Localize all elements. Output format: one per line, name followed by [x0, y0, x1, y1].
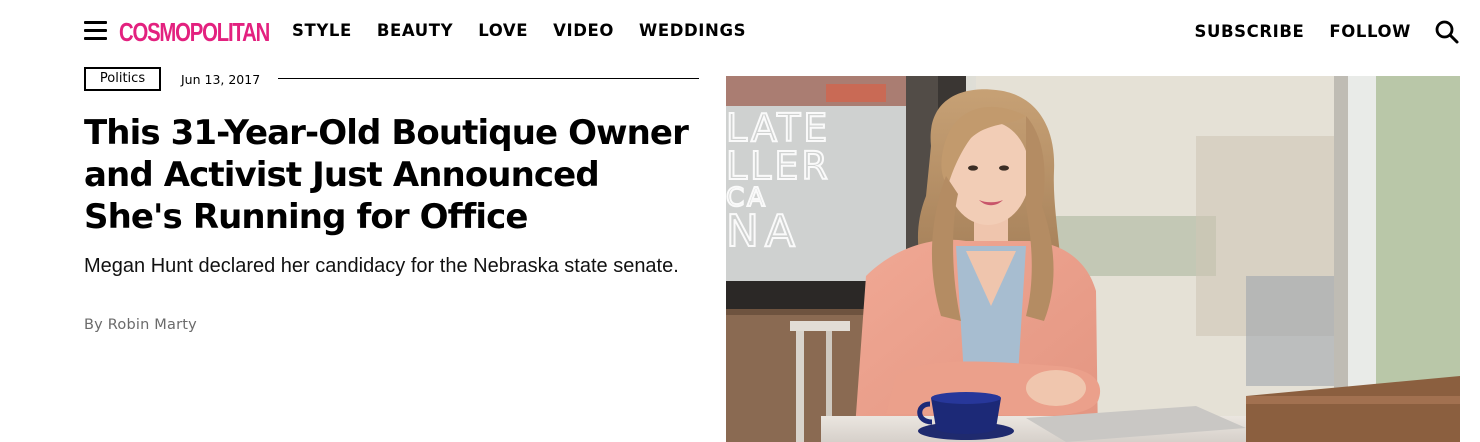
search-icon[interactable] [1434, 19, 1460, 45]
nav-weddings[interactable]: WEDDINGS [639, 20, 746, 42]
nav-beauty[interactable]: BEAUTY [377, 20, 453, 42]
menu-icon-bar [84, 29, 107, 32]
article-headline[interactable]: This 31-Year-Old Boutique Owner and Acti… [84, 112, 704, 238]
hamburger-menu-icon[interactable] [84, 20, 108, 42]
subscribe-link[interactable]: SUBSCRIBE [1194, 21, 1304, 43]
sign-letters-4: NA [726, 206, 801, 257]
utility-nav: SUBSCRIBE FOLLOW [1194, 21, 1411, 43]
byline-prefix: By [84, 317, 103, 333]
hero-photo: LATE LLER CA NA [726, 76, 1460, 442]
author-name[interactable]: Robin Marty [108, 317, 197, 333]
follow-link[interactable]: FOLLOW [1329, 21, 1411, 43]
byline: By Robin Marty [84, 314, 197, 336]
nav-video[interactable]: VIDEO [553, 20, 614, 42]
category-tag[interactable]: Politics [84, 67, 161, 91]
publish-date: Jun 13, 2017 [181, 72, 261, 87]
menu-icon-bar [84, 37, 107, 40]
sign-letters-2: LLER [726, 144, 831, 188]
hero-image[interactable]: LATE LLER CA NA [726, 76, 1460, 442]
cosmopolitan-logo[interactable]: COSMOPOLITAN [119, 16, 270, 48]
menu-icon-bar [84, 21, 107, 24]
article-meta: Politics Jun 13, 2017 [84, 67, 700, 95]
article-dek: Megan Hunt declared her candidacy for th… [84, 255, 679, 277]
meta-divider [278, 78, 699, 79]
site-header: COSMOPOLITAN STYLE BEAUTY LOVE VIDEO WED… [0, 0, 1480, 62]
nav-style[interactable]: STYLE [292, 20, 352, 42]
main-nav: STYLE BEAUTY LOVE VIDEO WEDDINGS [292, 20, 746, 42]
nav-love[interactable]: LOVE [478, 20, 528, 42]
